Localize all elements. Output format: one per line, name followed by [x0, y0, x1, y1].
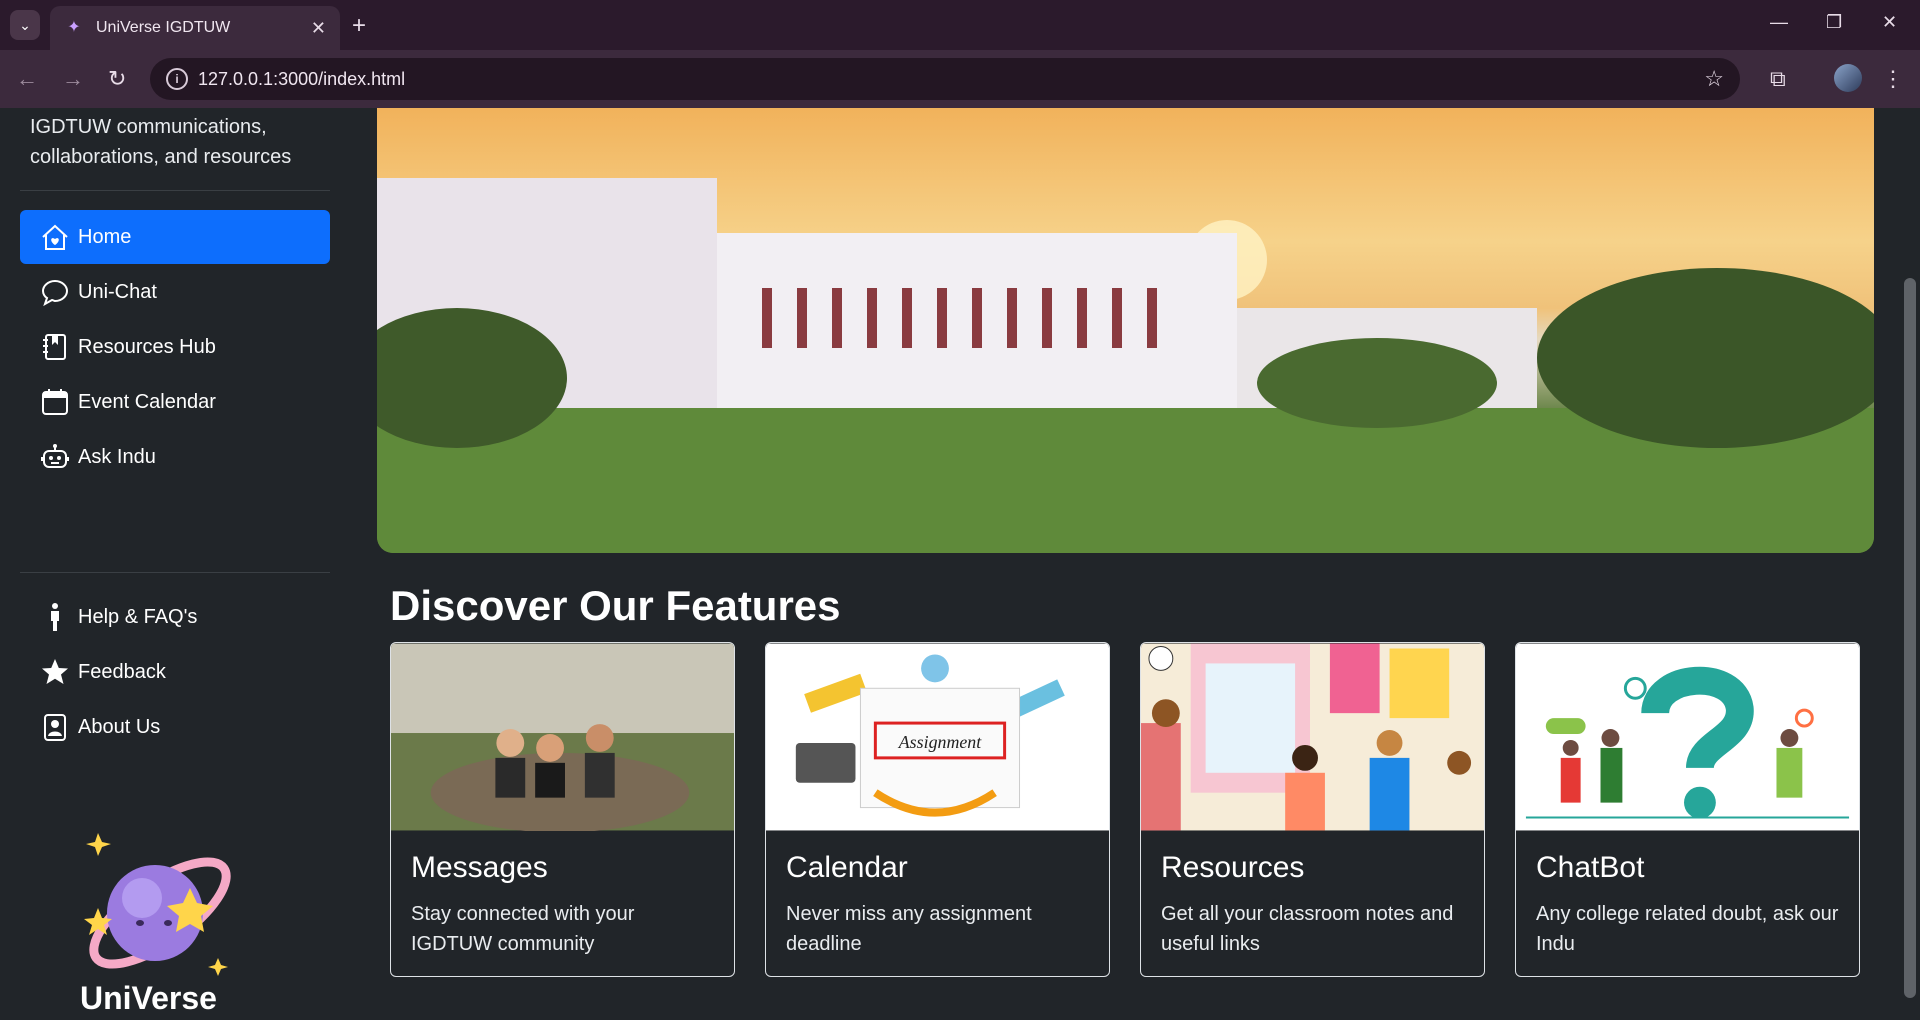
close-tab-icon[interactable]: ✕ — [311, 18, 326, 39]
features-heading: Discover Our Features — [390, 582, 841, 629]
reload-button[interactable]: ↻ — [108, 66, 126, 92]
restore-window-button[interactable]: ❐ — [1826, 12, 1842, 33]
sidebar-item-label: About Us — [78, 715, 161, 738]
tab-title: UniVerse IGDTUW — [96, 19, 231, 36]
sidebar-item-label: Event Calendar — [78, 390, 216, 413]
campus-hero-image — [377, 108, 1874, 553]
universe-planet-logo — [84, 833, 231, 976]
sidebar-item-label: Home — [78, 225, 132, 248]
address-bar[interactable]: i 127.0.0.1:3000/index.html ☆ — [150, 58, 1740, 100]
scrollbar-thumb[interactable] — [1904, 278, 1916, 998]
sidebar-item-label: Ask Indu — [78, 445, 156, 468]
sidebar-item-resources-hub[interactable]: Resources Hub — [20, 320, 330, 374]
sidebar-item-ask-indu[interactable]: Ask Indu — [20, 430, 330, 484]
sidebar-item-label: Resources Hub — [78, 335, 216, 358]
feature-card-messages[interactable]: Messages Stay connected with your IGDTUW… — [390, 642, 735, 977]
sidebar: IGDTUW communications, collaborations, a… — [0, 108, 350, 1020]
browser-tab-strip: ⌄ ✦ UniVerse IGDTUW ✕ + — ❐ ✕ — [0, 0, 1920, 50]
brand-name: UniVerse — [80, 980, 217, 1016]
person-icon — [38, 600, 72, 634]
site-favicon-icon: ✦ — [67, 19, 81, 36]
feature-card-resources[interactable]: Resources Get all your classroom notes a… — [1140, 642, 1485, 977]
url-text: 127.0.0.1:3000/index.html — [198, 68, 406, 89]
feature-card-calendar[interactable]: Assignment Calendar Never miss any assig… — [765, 642, 1110, 977]
feature-card-chatbot[interactable]: ChatBot Any college related doubt, ask o… — [1515, 642, 1860, 977]
page-scrollbar[interactable] — [1900, 108, 1920, 1020]
home-heart-icon — [38, 220, 72, 254]
sidebar-item-feedback[interactable]: Feedback — [20, 645, 330, 699]
sidebar-divider — [20, 572, 330, 573]
sidebar-item-label: Help & FAQ's — [78, 605, 198, 628]
forward-button[interactable]: → — [62, 66, 84, 92]
sidebar-description: IGDTUW communications, collaborations, a… — [30, 116, 292, 168]
sidebar-item-help-faq[interactable]: Help & FAQ's — [20, 590, 330, 644]
sidebar-item-home[interactable]: Home — [20, 210, 330, 264]
svg-text:Assignment: Assignment — [898, 732, 982, 752]
bookmark-star-icon[interactable]: ☆ — [1704, 66, 1724, 92]
browser-toolbar: ← → ↻ i 127.0.0.1:3000/index.html ☆ ⧉ ⋮ — [0, 50, 1920, 108]
card-text: Never miss any assignment deadline — [786, 903, 1032, 955]
back-button[interactable]: ← — [16, 66, 38, 92]
calendar-icon — [38, 385, 72, 419]
calendar-card-image: Assignment — [766, 643, 1109, 831]
resources-card-image — [1141, 643, 1484, 831]
card-title: Calendar — [786, 851, 908, 884]
card-title: ChatBot — [1536, 851, 1645, 884]
minimize-window-button[interactable]: — — [1770, 12, 1788, 33]
card-title: Resources — [1161, 851, 1305, 884]
card-title: Messages — [411, 851, 548, 884]
robot-icon — [38, 440, 72, 474]
sidebar-item-about-us[interactable]: About Us — [20, 700, 330, 754]
sidebar-item-event-calendar[interactable]: Event Calendar — [20, 375, 330, 429]
site-info-icon[interactable]: i — [166, 68, 188, 90]
person-badge-icon — [38, 710, 72, 744]
card-text: Get all your classroom notes and useful … — [1161, 903, 1454, 955]
messages-card-image — [391, 643, 734, 833]
browser-menu-icon[interactable]: ⋮ — [1882, 66, 1904, 92]
bookmark-book-icon — [38, 330, 72, 364]
profile-avatar[interactable] — [1834, 64, 1862, 92]
chatbot-card-image — [1516, 643, 1859, 831]
close-window-button[interactable]: ✕ — [1882, 12, 1897, 33]
card-text: Any college related doubt, ask our Indu — [1536, 903, 1839, 955]
sidebar-item-uni-chat[interactable]: Uni-Chat — [20, 265, 330, 319]
extensions-icon[interactable]: ⧉ — [1770, 66, 1786, 92]
card-text: Stay connected with your IGDTUW communit… — [411, 903, 635, 955]
sidebar-divider — [20, 190, 330, 191]
sidebar-item-label: Feedback — [78, 660, 166, 683]
new-tab-button[interactable]: + — [352, 12, 366, 40]
browser-tab[interactable]: ✦ UniVerse IGDTUW ✕ — [50, 6, 340, 50]
chat-bubble-icon — [38, 275, 72, 309]
tab-search-button[interactable]: ⌄ — [10, 10, 40, 40]
sidebar-item-label: Uni-Chat — [78, 280, 157, 303]
star-icon — [38, 655, 72, 689]
